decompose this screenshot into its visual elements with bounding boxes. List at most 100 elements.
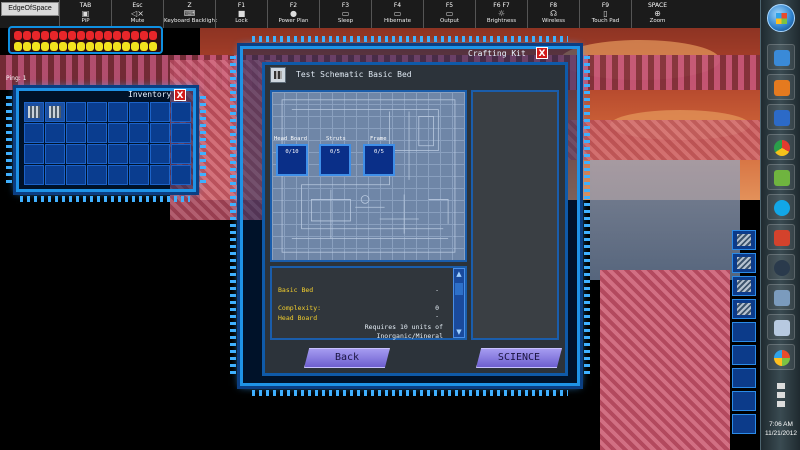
quickbar-slot[interactable] [732,253,756,273]
media-player-icon [774,80,790,96]
component-label: Head Board [274,136,308,142]
taskbar-item-paint[interactable] [767,344,795,370]
taskbar-item-steam[interactable] [767,254,795,280]
inventory-slot[interactable] [150,123,170,143]
key-f1[interactable]: F1 ■ Lock [215,0,267,28]
keyboard-icon: ⌨ [183,9,196,18]
inventory-slot[interactable] [24,123,44,143]
inventory-slot[interactable] [45,165,65,185]
quickbar-slot[interactable] [732,276,756,296]
taskbar-item-app[interactable] [767,224,795,250]
taskbar-item-skype[interactable] [767,194,795,220]
inventory-slot[interactable] [129,165,149,185]
crafting-close-button[interactable]: X [536,47,548,59]
inventory-slot[interactable] [87,144,107,164]
key-f8[interactable]: F8 ☊ Wireless [527,0,579,28]
system-tray[interactable] [771,380,791,410]
inventory-slot[interactable] [129,144,149,164]
health-segment [86,31,94,40]
info-scrollbar[interactable]: ▲ ▼ [453,268,465,338]
key-f2[interactable]: F2 ● Power Plan [267,0,319,28]
taskbar-item-word[interactable] [767,104,795,130]
science-button[interactable]: SCIENCE [476,348,562,368]
circuit-pins [200,96,206,186]
component-slot-struts[interactable]: 0/5 [319,144,351,176]
inventory-slot[interactable] [129,102,149,122]
health-segment [68,42,76,51]
inventory-slot[interactable] [45,144,65,164]
blueprint-drawing [281,99,456,253]
info-complexity-value: 0 [435,304,439,312]
inventory-slot[interactable] [129,123,149,143]
component-slot-frame[interactable]: 0/5 [363,144,395,176]
inventory-slot-item[interactable] [24,102,44,122]
inventory-slot[interactable] [171,165,191,185]
key-label: Esc [132,2,143,9]
key-z[interactable]: Z ⌨ Keyboard Backlight [163,0,217,28]
health-segment [14,31,22,40]
inventory-slot[interactable] [66,102,86,122]
inventory-slot[interactable] [45,123,65,143]
key-esc[interactable]: Esc ◁× Mute [111,0,163,28]
health-bar [8,26,163,54]
inventory-slot[interactable] [108,102,128,122]
quickbar-slot[interactable] [732,345,756,365]
tray-icon [777,383,785,389]
start-button[interactable] [767,4,795,32]
quickbar-slot[interactable] [732,230,756,250]
inventory-slot[interactable] [24,144,44,164]
health-segment [95,31,103,40]
key-f4[interactable]: F4 ▭ Hibernate [371,0,423,28]
explorer-icon [774,50,790,66]
taskbar-item-tool[interactable] [767,284,795,310]
tray-icon [777,392,785,398]
health-segment [104,42,112,51]
inventory-slot[interactable] [150,102,170,122]
inventory-close-button[interactable]: X [174,89,186,101]
inventory-slot[interactable] [24,165,44,185]
inventory-slot[interactable] [108,123,128,143]
quickbar-slot[interactable] [732,299,756,319]
quickbar-slot[interactable] [732,391,756,411]
component-slot-head-board[interactable]: 0/10 [276,144,308,176]
key-tab[interactable]: TAB ▣ PiP [59,0,111,28]
taskbar-item-windows-live[interactable] [767,164,795,190]
scroll-thumb[interactable] [455,283,463,295]
inventory-slot[interactable] [150,144,170,164]
key-space[interactable]: SPACE ⊕ Zoom [631,0,683,28]
scroll-down-icon[interactable]: ▼ [454,327,464,337]
quickbar-slot[interactable] [732,414,756,434]
taskbar-clock[interactable]: 7:06 AM 11/21/2012 [761,420,800,438]
inventory-slot[interactable] [87,102,107,122]
inventory-slot[interactable] [87,165,107,185]
component-count: 0/10 [285,149,299,155]
taskbar-item-chrome[interactable] [767,134,795,160]
taskbar-item-explorer[interactable] [767,44,795,70]
key-f9[interactable]: F9 ▯ Touch Pad [579,0,631,28]
inventory-slot[interactable] [108,165,128,185]
quickbar-slot[interactable] [732,322,756,342]
inventory-slot-item[interactable] [45,102,65,122]
inventory-slot[interactable] [66,123,86,143]
key-f6-f7[interactable]: F6 F7 ☼ Brightness [475,0,527,28]
inventory-slot[interactable] [87,123,107,143]
key-f3[interactable]: F3 ▭ Sleep [319,0,371,28]
inventory-slot[interactable] [171,144,191,164]
back-button[interactable]: Back [304,348,390,368]
inventory-slot[interactable] [66,165,86,185]
scroll-up-icon[interactable]: ▲ [454,269,464,279]
taskbar-item-media[interactable] [767,74,795,100]
inventory-slot[interactable] [171,123,191,143]
inventory-slot[interactable] [150,165,170,185]
info-material: Inorganic/Mineral [376,332,443,340]
crafting-title: Crafting Kit [468,49,526,58]
quickbar-slot[interactable] [732,368,756,388]
taskbar-item-game[interactable] [767,314,795,340]
inventory-slot[interactable] [108,144,128,164]
key-shortcut-strip: EdgeOfSpace TAB ▣ PiP Esc ◁× Mute Z ⌨ Keyboard… [0,0,760,28]
inventory-slot[interactable] [171,102,191,122]
inventory-slot[interactable] [66,144,86,164]
key-label: Z [187,2,192,9]
key-f5[interactable]: F5 ▭ Output [423,0,475,28]
chrome-icon [774,140,790,156]
